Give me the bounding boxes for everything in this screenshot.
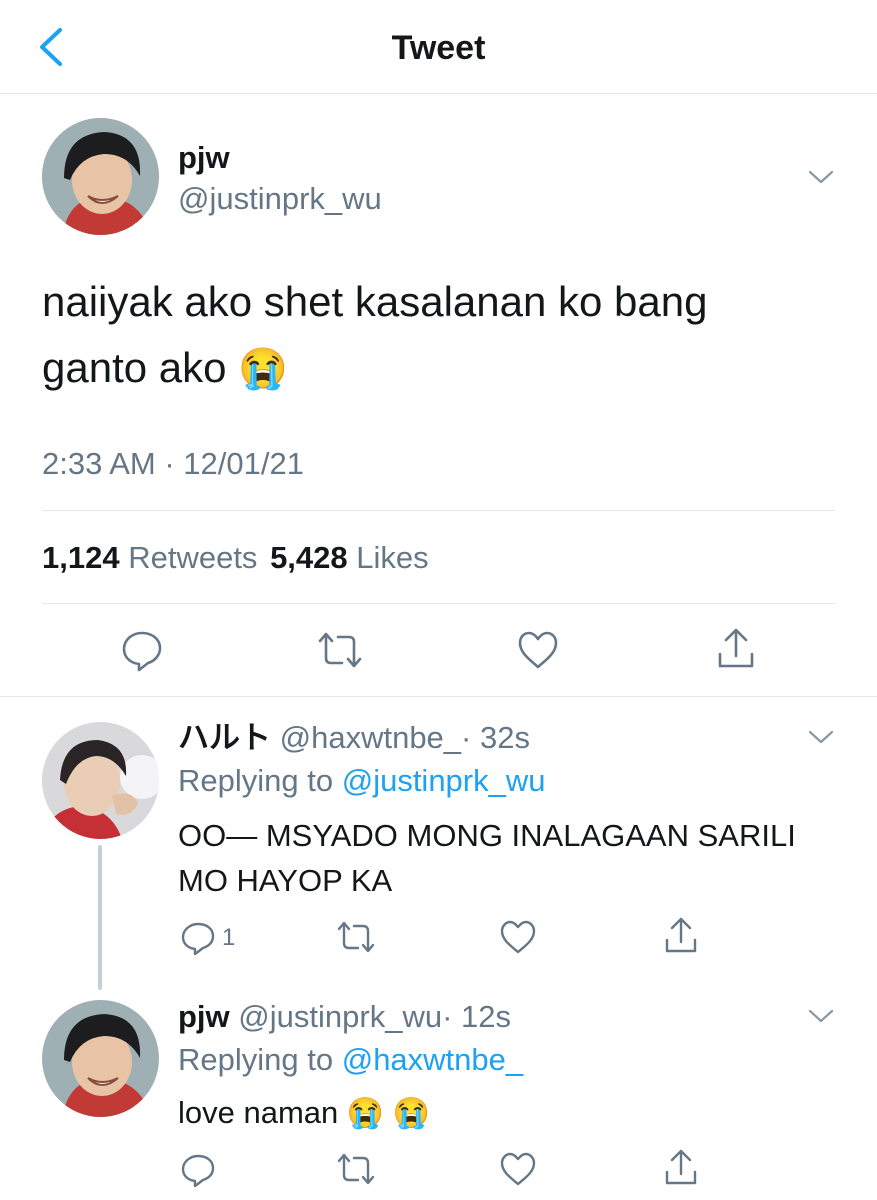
like-button[interactable] [499,918,537,956]
reply-author-name[interactable]: ハルト [178,720,271,755]
stats-divider [42,603,835,604]
reply-text-line1: OO— MSYADO MONG INALAGAAN SARILI [178,818,796,853]
reply-time: · 12s [442,999,511,1034]
share-icon [662,1148,700,1188]
reply-button[interactable]: 1 [180,920,240,956]
tweet-text-line2-text: ganto ako [42,344,227,391]
likes-link[interactable]: 5,428 Likes [270,540,429,575]
heart-icon [499,1150,537,1188]
chevron-down-icon [806,165,836,189]
chevron-down-icon [806,1004,836,1028]
replying-to: Replying to @justinprk_wu [178,763,546,799]
replying-to: Replying to @haxwtnbe_ [178,1042,523,1078]
crying-emoji: 😭 [238,347,288,391]
tweet-text-line1: naiiyak ako shet kasalanan ko bang [42,278,708,325]
header-divider [0,93,877,94]
heart-icon [516,628,560,672]
reply-menu-button[interactable] [806,725,836,749]
like-button[interactable] [516,628,560,672]
chevron-down-icon [806,725,836,749]
reply-menu-button[interactable] [806,1004,836,1028]
retweets-count: 1,124 [42,540,120,575]
tweet-menu-button[interactable] [806,165,836,189]
author-name[interactable]: pjw [178,140,230,176]
reply-text: love naman 😭 😭 [178,1095,430,1132]
share-icon [662,916,700,956]
heart-icon [499,918,537,956]
replying-to-link[interactable]: @haxwtnbe_ [342,1042,523,1077]
likes-count: 5,428 [270,540,348,575]
crying-emoji: 😭 😭 [346,1097,430,1130]
share-button[interactable] [714,626,758,672]
like-button[interactable] [499,1150,537,1188]
page-title: Tweet [391,29,486,67]
actions-divider [0,696,877,697]
share-button[interactable] [662,1148,700,1188]
author-handle[interactable]: @justinprk_wu [178,181,382,217]
likes-label: Likes [356,540,429,575]
avatar[interactable] [42,1000,159,1117]
reply-author-handle[interactable]: @justinprk_wu [238,999,442,1034]
retweet-icon [316,628,364,672]
reply-author-handle[interactable]: @haxwtnbe_ [280,720,461,755]
reply-text-line2: MO HAYOP KA [178,863,393,898]
speech-bubble-icon [120,628,164,672]
avatar[interactable] [42,722,159,839]
tweet-timestamp[interactable]: 2:33 AM · 12/01/21 [42,446,304,482]
retweet-button[interactable] [336,1150,376,1188]
thread-line [98,845,102,990]
share-icon [714,626,758,672]
reply-text-content: love naman [178,1095,339,1130]
engagement-stats: 1,124 Retweets 5,428 Likes [42,540,429,576]
avatar[interactable] [42,118,159,235]
reply-header: ハルト @haxwtnbe_· 32s [178,720,530,756]
retweet-icon [336,1150,376,1188]
retweet-button[interactable] [316,628,364,672]
retweets-label: Retweets [128,540,258,575]
reply-author-name[interactable]: pjw [178,999,230,1034]
share-button[interactable] [662,916,700,956]
reply-time: · 32s [461,720,530,755]
replying-to-label: Replying to [178,1042,334,1077]
replying-to-link[interactable]: @justinprk_wu [342,763,546,798]
reply-button[interactable] [180,1152,218,1190]
reply-header: pjw @justinprk_wu· 12s [178,999,511,1035]
replying-to-label: Replying to [178,763,334,798]
retweet-icon [336,918,376,956]
speech-bubble-icon [180,920,216,956]
speech-bubble-icon [180,1152,218,1188]
reply-count: 1 [222,924,236,951]
timestamp-divider [42,510,835,511]
retweets-link[interactable]: 1,124 Retweets [42,540,266,575]
tweet-text-line2: ganto ako 😭 [42,344,288,393]
reply-button[interactable] [120,628,164,672]
retweet-button[interactable] [336,918,376,956]
